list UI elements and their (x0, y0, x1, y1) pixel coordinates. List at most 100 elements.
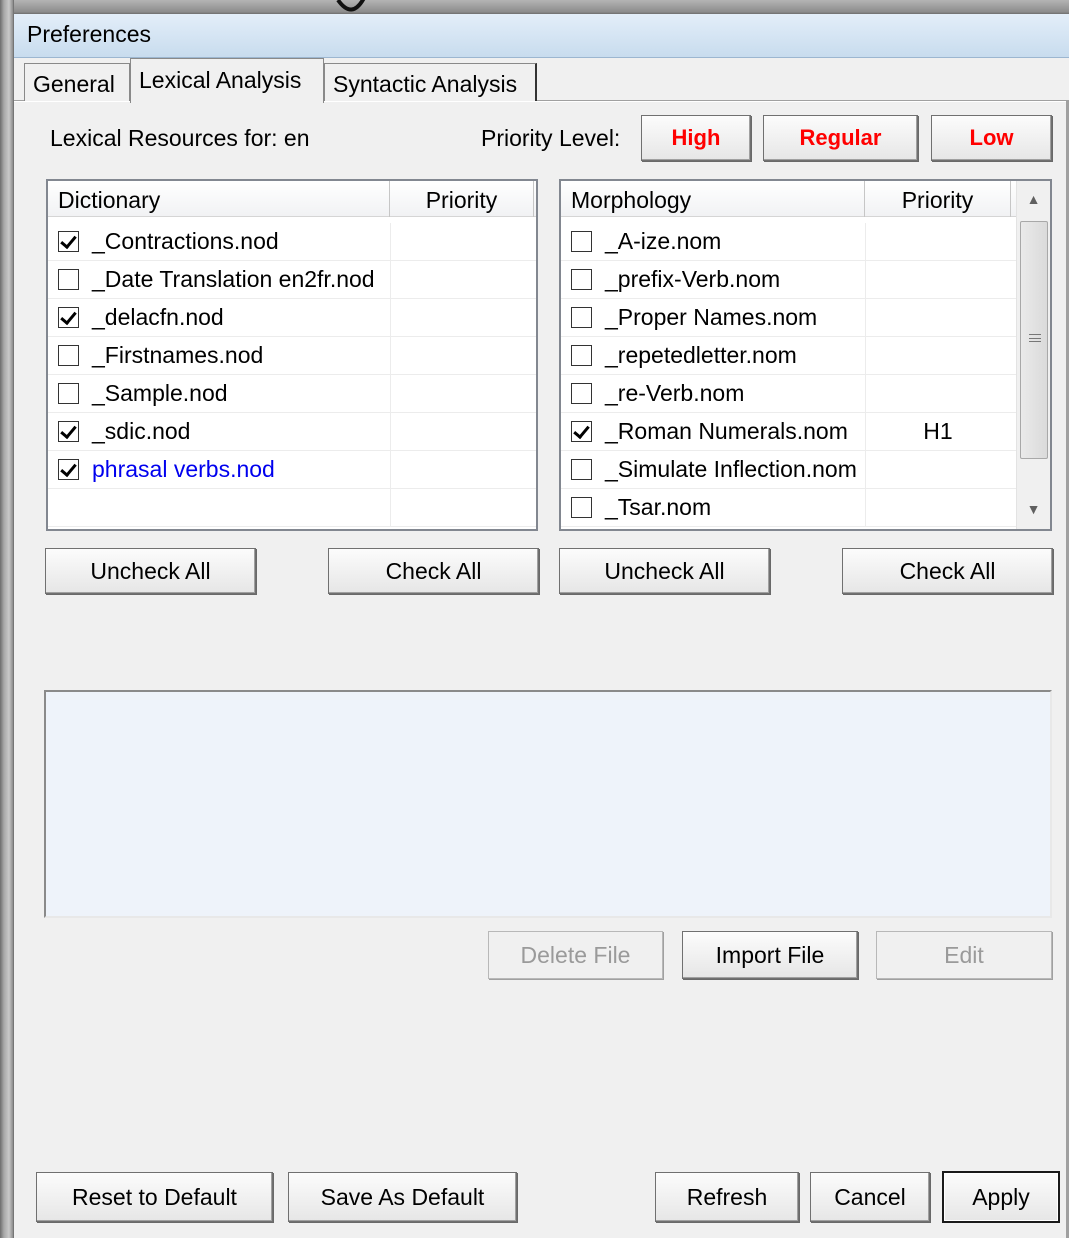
dictionary-row[interactable]: phrasal verbs.nod (48, 451, 536, 489)
column-divider (865, 451, 866, 489)
morphology-row-name: _prefix-Verb.nom (605, 266, 781, 292)
morphology-row[interactable]: _A-ize.nom (561, 223, 1016, 261)
dictionary-row-name: _Contractions.nod (92, 228, 279, 254)
reset-to-default-button[interactable]: Reset to Default (36, 1172, 273, 1222)
title-bar: Preferences (14, 14, 1069, 58)
edit-button[interactable]: Edit (876, 931, 1052, 979)
dictionary-row-checkbox[interactable] (58, 307, 79, 328)
dictionary-column-header[interactable]: Dictionary (48, 181, 390, 217)
morphology-row-name: _repetedletter.nom (605, 342, 797, 368)
morphology-row[interactable]: _Roman Numerals.nom H1 (561, 413, 1016, 451)
morphology-row-name: _Tsar.nom (605, 494, 712, 520)
morphology-column-header[interactable]: Morphology (561, 181, 865, 217)
dictionary-row[interactable]: _sdic.nod (48, 413, 536, 451)
dictionary-priority-column-header[interactable]: Priority (390, 181, 534, 217)
morphology-uncheck-all-button[interactable]: Uncheck All (559, 548, 770, 594)
cancel-button[interactable]: Cancel (810, 1172, 930, 1222)
priority-high-button[interactable]: High (641, 115, 751, 161)
morphology-row-checkbox[interactable] (571, 421, 592, 442)
dictionary-row-checkbox[interactable] (58, 383, 79, 404)
tab-syntactic-analysis[interactable]: Syntactic Analysis (324, 63, 537, 101)
tab-general-label: General (33, 71, 115, 97)
dictionary-list[interactable]: Dictionary Priority _Contractions.nod _D… (46, 179, 538, 531)
morphology-row-checkbox[interactable] (571, 307, 592, 328)
apply-button[interactable]: Apply (942, 1171, 1060, 1223)
dictionary-row[interactable]: _Contractions.nod (48, 223, 536, 261)
morphology-row[interactable]: _Tsar.nom (561, 489, 1016, 527)
tab-lexical-analysis-label: Lexical Analysis (139, 67, 302, 93)
column-divider (390, 223, 391, 261)
morphology-check-all-button[interactable]: Check All (842, 548, 1053, 594)
dictionary-list-header: Dictionary Priority (48, 181, 536, 217)
morphology-row-name: _Simulate Inflection.nom (605, 456, 857, 482)
morphology-priority-column-header[interactable]: Priority (865, 181, 1011, 217)
morphology-row-checkbox[interactable] (571, 269, 592, 290)
column-divider (865, 223, 866, 261)
dictionary-row-name: _Firstnames.nod (92, 342, 264, 368)
tab-lexical-analysis[interactable]: Lexical Analysis (130, 58, 324, 103)
dictionary-row-name: _Date Translation en2fr.nod (92, 266, 375, 292)
priority-low-button[interactable]: Low (931, 115, 1052, 161)
morphology-row-checkbox[interactable] (571, 497, 592, 518)
dictionary-row[interactable]: _Firstnames.nod (48, 337, 536, 375)
morphology-row[interactable]: _prefix-Verb.nom (561, 261, 1016, 299)
morphology-list-header: Morphology Priority (561, 181, 1050, 217)
dictionary-row-name: _delacfn.nod (92, 304, 224, 330)
dictionary-row-checkbox[interactable] (58, 421, 79, 442)
morphology-row[interactable]: _re-Verb.nom (561, 375, 1016, 413)
dictionary-row[interactable]: _delacfn.nod (48, 299, 536, 337)
column-divider (390, 261, 391, 299)
priority-level-label: Priority Level: (481, 125, 621, 151)
delete-file-button[interactable]: Delete File (488, 931, 663, 979)
dictionary-row-name: _sdic.nod (92, 418, 191, 444)
morphology-row-name: _Proper Names.nom (605, 304, 818, 330)
morphology-row-name: _A-ize.nom (605, 228, 722, 254)
scroll-thumb[interactable] (1020, 221, 1048, 459)
save-as-default-button[interactable]: Save As Default (288, 1172, 517, 1222)
morphology-row-checkbox[interactable] (571, 459, 592, 480)
dictionary-uncheck-all-button[interactable]: Uncheck All (45, 548, 256, 594)
column-divider (865, 337, 866, 375)
priority-regular-button[interactable]: Regular (763, 115, 918, 161)
dictionary-row-checkbox[interactable] (58, 345, 79, 366)
morphology-row[interactable]: _Simulate Inflection.nom (561, 451, 1016, 489)
morphology-row[interactable]: _Proper Names.nom (561, 299, 1016, 337)
dictionary-row-name: _Sample.nod (92, 380, 228, 406)
column-divider (865, 489, 866, 527)
scroll-up-arrow-icon[interactable]: ▲ (1017, 181, 1050, 217)
window-frame-left (0, 0, 14, 1238)
morphology-row[interactable]: _repetedletter.nom (561, 337, 1016, 375)
morphology-row-checkbox[interactable] (571, 383, 592, 404)
morphology-row-priority: H1 (923, 418, 953, 444)
column-divider (390, 413, 391, 451)
window-frame-top (14, 0, 1069, 14)
morphology-list[interactable]: Morphology Priority _A-ize.nom _prefix-V… (559, 179, 1052, 531)
column-divider (865, 299, 866, 337)
dictionary-row-empty (48, 489, 536, 527)
lexical-resources-label: Lexical Resources for: en (50, 125, 310, 151)
morphology-row-name: _re-Verb.nom (605, 380, 745, 406)
tab-syntactic-analysis-label: Syntactic Analysis (333, 71, 518, 97)
tab-general[interactable]: General (24, 63, 130, 101)
morphology-row-checkbox[interactable] (571, 231, 592, 252)
column-divider (865, 375, 866, 413)
dictionary-row-checkbox[interactable] (58, 269, 79, 290)
morphology-scrollbar[interactable]: ▲ ▼ (1016, 181, 1050, 529)
dictionary-row[interactable]: _Date Translation en2fr.nod (48, 261, 536, 299)
scroll-down-arrow-icon[interactable]: ▼ (1017, 491, 1050, 527)
morphology-row-checkbox[interactable] (571, 345, 592, 366)
dictionary-check-all-button[interactable]: Check All (328, 548, 539, 594)
morphology-row-name: _Roman Numerals.nom (605, 418, 848, 444)
refresh-button[interactable]: Refresh (655, 1172, 799, 1222)
column-divider (390, 299, 391, 337)
frame-decoration (336, 0, 366, 12)
column-divider (390, 489, 391, 527)
dictionary-row-checkbox[interactable] (58, 459, 79, 480)
dictionary-row-name: phrasal verbs.nod (92, 456, 275, 482)
dictionary-row[interactable]: _Sample.nod (48, 375, 536, 413)
dictionary-row-checkbox[interactable] (58, 231, 79, 252)
import-file-button[interactable]: Import File (682, 931, 858, 979)
info-text-area[interactable] (44, 690, 1052, 918)
column-divider (390, 375, 391, 413)
window-title: Preferences (27, 21, 152, 47)
